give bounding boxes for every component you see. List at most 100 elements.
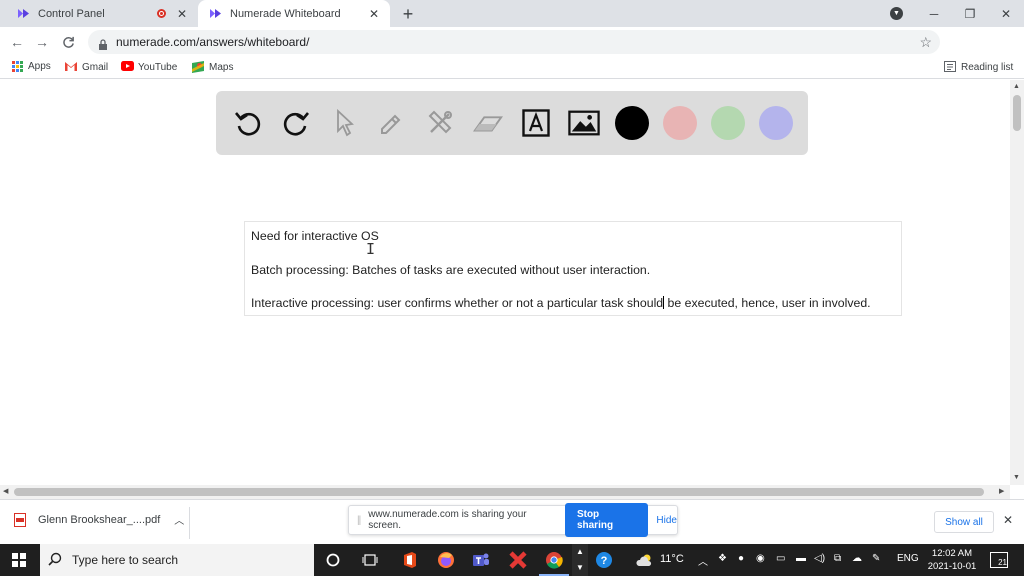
horizontal-scrollbar[interactable]: ◀ ▶ (0, 485, 1010, 499)
show-all-button[interactable]: Show all (934, 511, 994, 533)
bookmark-maps[interactable]: Maps (192, 61, 233, 73)
search-placeholder: Type here to search (72, 553, 179, 567)
teams-icon[interactable] (472, 551, 490, 569)
vertical-scrollbar[interactable]: ▲ ▼ (1010, 80, 1024, 485)
redo-icon[interactable] (280, 107, 312, 139)
scroll-up-icon[interactable]: ▲ (1013, 83, 1020, 90)
text-line-3-part-a: Interactive processing: user confirms wh… (251, 296, 664, 310)
bookmark-star-icon[interactable]: ☆ (919, 34, 932, 51)
text-line-3: Interactive processing: user confirms wh… (251, 296, 871, 310)
dropbox-icon[interactable]: ❖ (718, 553, 727, 564)
office-icon[interactable] (401, 551, 419, 569)
volume-icon[interactable]: ◁) (814, 553, 825, 564)
scroll-left-icon[interactable]: ◀ (3, 487, 8, 495)
ibeam-cursor-icon: I (366, 240, 376, 258)
notification-center-icon[interactable]: 21 (990, 552, 1008, 568)
cortana-icon[interactable] (324, 551, 342, 569)
pdf-file-icon (14, 512, 26, 527)
clock-time: 12:02 AM (931, 548, 973, 559)
color-pink-swatch[interactable] (663, 106, 697, 140)
close-window-button[interactable]: ✕ (988, 0, 1024, 27)
taskbar-search-box[interactable]: Type here to search (40, 544, 314, 576)
whiteboard-text-box[interactable]: Need for interactive OS Batch processing… (244, 221, 902, 316)
reading-list-button[interactable]: Reading list (944, 61, 1013, 73)
vertical-scroll-thumb[interactable] (1013, 95, 1021, 131)
close-shelf-icon[interactable]: ✕ (1003, 513, 1013, 527)
antivirus-icon[interactable]: ◉ (756, 553, 765, 564)
eraser-icon[interactable] (472, 107, 504, 139)
forward-button[interactable]: → (32, 32, 52, 52)
xmind-icon[interactable] (509, 551, 527, 569)
tab-control-panel[interactable]: Control Panel ✕ (6, 0, 198, 27)
network-device-icon[interactable]: ▭ (776, 553, 785, 564)
undo-icon[interactable] (232, 107, 264, 139)
weather-icon[interactable] (636, 551, 654, 569)
color-black-swatch[interactable] (615, 106, 649, 140)
reload-button[interactable] (58, 32, 78, 52)
tab-close-icon[interactable]: ✕ (366, 7, 382, 21)
bookmark-apps[interactable]: Apps (12, 61, 51, 72)
download-shelf: Glenn Brookshear_....pdf ︿ || www.numera… (0, 499, 1024, 544)
microphone-icon[interactable]: ● (738, 553, 744, 564)
svg-text:?: ? (601, 555, 608, 567)
back-button[interactable]: ← (7, 32, 27, 52)
horizontal-scroll-thumb[interactable] (14, 488, 984, 496)
text-line-1: Need for interactive OS (251, 229, 379, 243)
url-text: numerade.com/answers/whiteboard/ (116, 35, 310, 49)
task-view-icon[interactable] (361, 551, 379, 569)
bookmark-label: Gmail (82, 61, 109, 73)
cloud-icon[interactable]: ☁ (852, 553, 862, 564)
whiteboard-toolbar (216, 91, 808, 155)
stop-sharing-button[interactable]: Stop sharing (564, 503, 649, 537)
help-icon[interactable]: ? (595, 551, 613, 569)
pointer-icon[interactable] (328, 107, 360, 139)
chrome-icon[interactable] (539, 551, 569, 576)
bookmarks-bar: Apps Gmail YouTube Maps Reading list (0, 57, 1024, 79)
color-purple-swatch[interactable] (759, 106, 793, 140)
tab-numerade-whiteboard[interactable]: Numerade Whiteboard ✕ (198, 0, 390, 27)
scroll-down-icon[interactable]: ▼ (1013, 474, 1020, 481)
text-icon[interactable] (520, 107, 552, 139)
windows-start-icon[interactable] (12, 553, 26, 567)
pen-icon[interactable] (376, 107, 408, 139)
whiteboard-page[interactable]: Need for interactive OS Batch processing… (0, 80, 1010, 485)
taskbar-scroll-arrows[interactable]: ▲ ▼ (572, 544, 588, 576)
image-icon[interactable] (568, 107, 600, 139)
minimize-button[interactable]: ─ (916, 0, 952, 27)
color-green-swatch[interactable] (711, 106, 745, 140)
bookmark-label: Apps (28, 61, 51, 72)
tab-close-icon[interactable]: ✕ (174, 7, 190, 21)
bookmark-label: Reading list (961, 61, 1014, 73)
chevron-up-icon[interactable]: ︿ (174, 512, 184, 527)
restore-button[interactable]: ❐ (952, 0, 988, 27)
bookmark-youtube[interactable]: YouTube (121, 61, 177, 73)
reload-icon (62, 36, 74, 48)
maps-icon (192, 61, 204, 73)
battery-icon[interactable]: ▬ (796, 553, 806, 564)
tab-search-icon[interactable]: ▼ (890, 7, 903, 20)
screen-share-bar: || www.numerade.com is sharing your scre… (348, 503, 678, 537)
drag-handle-icon[interactable]: || (357, 515, 361, 526)
gmail-icon (65, 61, 77, 73)
bookmark-gmail[interactable]: Gmail (65, 61, 108, 73)
bookmark-label: Maps (209, 61, 234, 73)
new-tab-button[interactable]: + (398, 4, 418, 25)
windows-taskbar: Type here to search ▲ ▼ ? 11°C ︿ ❖ ● ◉ ▭ … (0, 544, 1024, 576)
hide-button[interactable]: Hide (656, 515, 677, 526)
tray-chevron-icon[interactable]: ︿ (698, 553, 708, 568)
recording-indicator-icon (157, 9, 166, 18)
scroll-right-icon[interactable]: ▶ (999, 487, 1004, 495)
download-filename: Glenn Brookshear_....pdf (38, 513, 161, 526)
bookmark-label: YouTube (138, 61, 178, 73)
tools-icon[interactable] (424, 107, 456, 139)
language-indicator[interactable]: ENG (897, 553, 919, 564)
pen-tray-icon[interactable]: ✎ (872, 553, 880, 564)
firefox-icon[interactable] (437, 551, 455, 569)
download-item[interactable]: Glenn Brookshear_....pdf ︿ (14, 512, 184, 527)
shelf-divider (189, 507, 190, 539)
address-bar[interactable]: numerade.com/answers/whiteboard/ ☆ (88, 30, 940, 54)
taskbar-clock[interactable]: 12:02 AM 2021-10-01 (922, 547, 982, 573)
tab-strip: Control Panel ✕ Numerade Whiteboard ✕ + … (0, 0, 1024, 27)
display-icon[interactable]: ⧉ (834, 553, 841, 564)
numerade-favicon-icon (208, 7, 222, 21)
